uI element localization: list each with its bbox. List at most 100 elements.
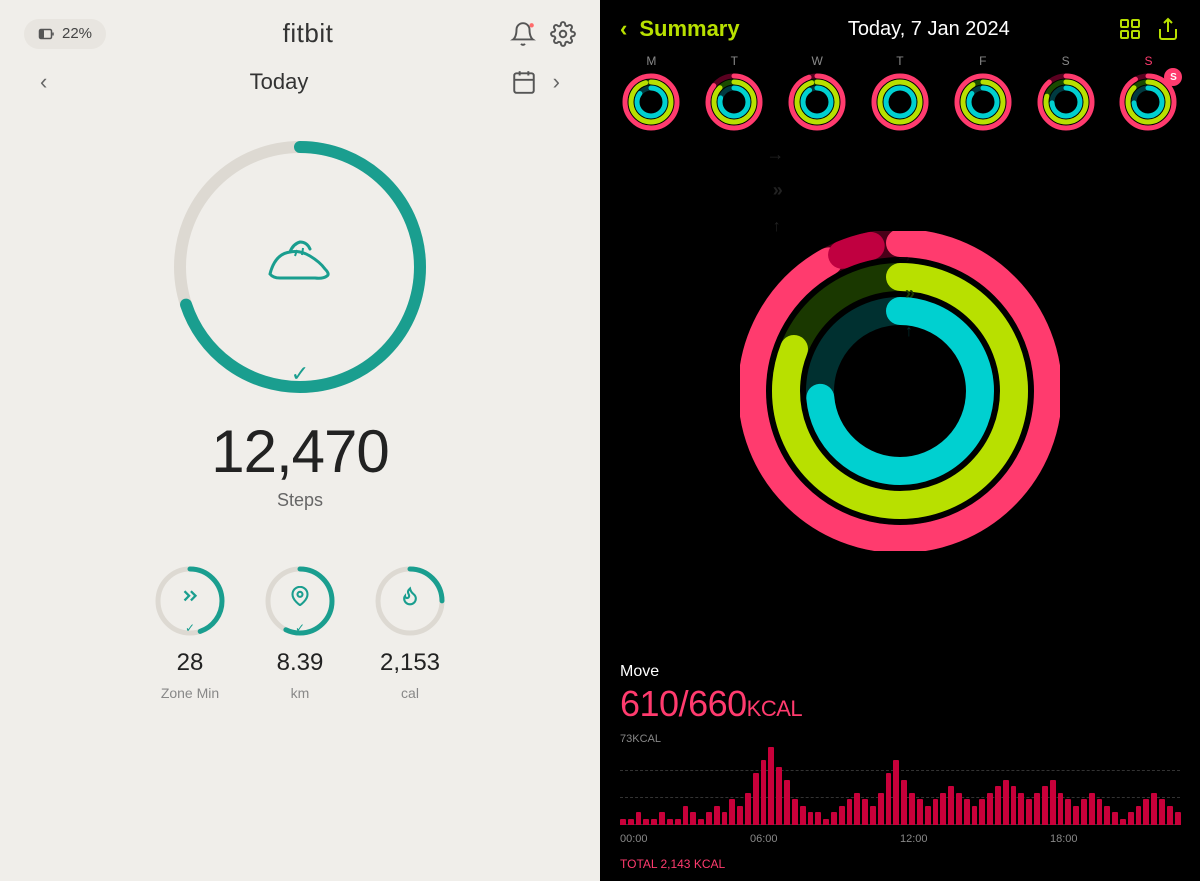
week-day-sat: S — [1036, 54, 1096, 132]
move-current: 610 — [620, 683, 679, 724]
svg-text:»: » — [905, 283, 915, 303]
km-label: km — [291, 685, 310, 701]
chart-x-label-3: 18:00 — [1050, 833, 1078, 845]
chart-total: TOTAL 2,143 KCAL — [600, 853, 1200, 881]
apple-date: Today, 7 Jan 2024 — [752, 18, 1106, 41]
chart-bar — [737, 806, 743, 826]
move-goal: 660 — [688, 683, 747, 724]
chart-bar — [909, 793, 915, 826]
bar-chart: 73KCAL 00:00 06:00 12:00 18:00 — [600, 733, 1200, 853]
prev-day-button[interactable]: ‹ — [40, 69, 47, 95]
chart-bar — [1136, 806, 1142, 826]
chart-bar — [628, 819, 634, 826]
location-icon — [290, 586, 310, 606]
fitbit-logo: fitbit — [283, 18, 334, 49]
chart-bar — [1175, 812, 1181, 825]
fitbit-nav: ‹ Today › — [0, 57, 600, 107]
week-day-sun: S S — [1118, 54, 1178, 132]
chart-bar — [636, 812, 642, 825]
chart-bar — [1081, 799, 1087, 825]
zone-min-metric: ✓ 28 Zone Min — [150, 561, 230, 701]
chart-bar — [792, 799, 798, 825]
chart-bar — [675, 819, 681, 826]
chart-bar — [1097, 799, 1103, 825]
week-day-thu: T — [870, 54, 930, 132]
chart-bar — [667, 819, 673, 826]
km-value: 8.39 — [277, 649, 324, 677]
zone-icon — [179, 585, 201, 607]
chart-bar — [753, 773, 759, 825]
chart-bar — [987, 793, 993, 826]
chart-bar — [854, 793, 860, 826]
chart-bar — [761, 760, 767, 825]
chart-bar — [964, 799, 970, 825]
step-circle: ✓ — [160, 127, 440, 407]
move-section: Move 610/660KCAL — [600, 651, 1200, 733]
chart-bar — [1120, 819, 1126, 826]
svg-text:→: → — [895, 245, 915, 266]
chart-bar — [729, 799, 735, 825]
chart-bar — [948, 786, 954, 825]
chart-x-label-2: 12:00 — [900, 833, 928, 845]
week-day-mon: M — [621, 54, 681, 132]
chart-bar — [698, 819, 704, 826]
chart-bar — [620, 819, 626, 826]
steps-count: 12,470 — [211, 417, 389, 486]
week-day-wed: W — [787, 54, 847, 132]
main-activity-rings: → » ↑ → » ↑ — [600, 130, 1200, 651]
week-row: M T W — [600, 50, 1200, 140]
chart-bar — [1058, 793, 1064, 826]
calendar-icon[interactable] — [511, 69, 537, 95]
chart-bar — [886, 773, 892, 825]
today-badge: S — [1164, 68, 1182, 86]
chart-bar — [979, 799, 985, 825]
cal-label: cal — [401, 685, 419, 701]
chart-bar — [722, 812, 728, 825]
chart-bar — [1042, 786, 1048, 825]
next-day-button[interactable]: › — [553, 69, 560, 95]
notifications-icon[interactable] — [510, 21, 536, 47]
chart-bar — [800, 806, 806, 826]
chart-bar — [683, 806, 689, 826]
week-day-fri: F — [953, 54, 1013, 132]
chart-bar — [940, 793, 946, 826]
chart-bar — [901, 780, 907, 826]
move-unit: KCAL — [747, 696, 802, 721]
settings-icon[interactable] — [550, 21, 576, 47]
chart-bar — [1018, 793, 1024, 826]
summary-title[interactable]: Summary — [639, 16, 739, 42]
apple-header: ‹ Summary Today, 7 Jan 2024 — [600, 0, 1200, 50]
chart-bar — [808, 812, 814, 825]
share-icon[interactable] — [1156, 17, 1180, 41]
chart-bar — [972, 806, 978, 826]
chart-bar — [706, 812, 712, 825]
chart-bar — [995, 786, 1001, 825]
chart-bar — [1065, 799, 1071, 825]
chart-bar — [831, 812, 837, 825]
fitbit-today-label: Today — [250, 69, 309, 95]
chart-bar — [823, 819, 829, 826]
km-metric: ✓ 8.39 km — [260, 561, 340, 701]
chart-y-max: 73KCAL — [620, 733, 661, 745]
chart-bar — [714, 806, 720, 826]
battery-label: 22% — [62, 25, 92, 42]
calendar-grid-icon[interactable] — [1118, 17, 1142, 41]
back-button[interactable]: ‹ — [620, 16, 627, 42]
cal-metric: 2,153 cal — [370, 561, 450, 701]
mini-metrics: ✓ 28 Zone Min ✓ 8.39 km — [150, 561, 450, 701]
cal-value: 2,153 — [380, 649, 440, 677]
chart-bar — [659, 812, 665, 825]
chart-bar — [776, 767, 782, 826]
chart-bar — [1112, 812, 1118, 825]
chart-bar — [651, 819, 657, 826]
steps-label: Steps — [277, 490, 323, 511]
chart-bar — [870, 806, 876, 826]
chart-x-label-1: 06:00 — [750, 833, 778, 845]
chart-bar — [690, 812, 696, 825]
svg-text:↑: ↑ — [905, 323, 913, 340]
chart-bar — [1034, 793, 1040, 826]
chart-bar — [1104, 806, 1110, 826]
chart-bar — [1003, 780, 1009, 826]
zone-min-value: 28 — [177, 649, 204, 677]
chart-bar — [893, 760, 899, 825]
